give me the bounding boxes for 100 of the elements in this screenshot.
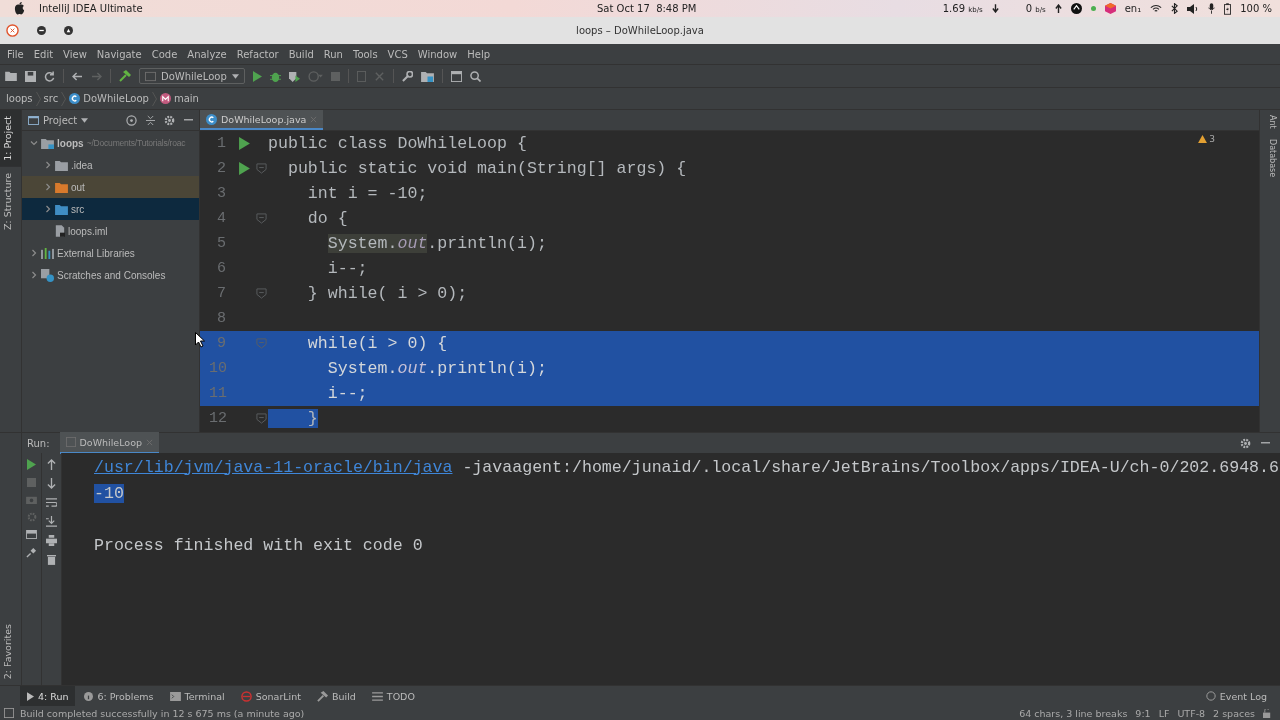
menu-item[interactable]: Code bbox=[146, 48, 183, 60]
lock-icon[interactable] bbox=[1263, 708, 1272, 718]
warning-count[interactable]: 3 bbox=[1198, 134, 1215, 144]
settings-icon[interactable] bbox=[164, 114, 175, 126]
breadcrumb[interactable]: main bbox=[159, 93, 199, 104]
chevron-right-icon[interactable] bbox=[44, 183, 52, 191]
app-name[interactable]: IntelliJ IDEA Ultimate bbox=[39, 3, 143, 14]
chevron-down-icon[interactable] bbox=[30, 139, 38, 147]
print-icon[interactable] bbox=[46, 535, 57, 546]
panel-toggle-icon[interactable] bbox=[4, 708, 14, 718]
run-icon[interactable] bbox=[238, 162, 250, 175]
menu-item[interactable]: File bbox=[2, 48, 29, 60]
menu-item[interactable]: Edit bbox=[28, 48, 59, 60]
soft-wrap-icon[interactable] bbox=[46, 497, 57, 508]
fold-marker-icon[interactable] bbox=[255, 213, 267, 224]
circle-app-icon[interactable] bbox=[1070, 3, 1082, 14]
project-structure-icon[interactable] bbox=[420, 70, 434, 82]
apple-icon[interactable] bbox=[14, 2, 25, 15]
menu-item[interactable]: VCS bbox=[382, 48, 413, 60]
chevron-right-icon[interactable] bbox=[44, 161, 52, 169]
folder-icon[interactable] bbox=[5, 71, 17, 81]
tree-item[interactable]: loops ~/Documents/Tutorials/roac bbox=[22, 132, 199, 154]
tree-item[interactable]: .idea bbox=[22, 154, 199, 176]
breadcrumb[interactable]: DoWhileLoop bbox=[69, 93, 149, 104]
wifi-icon[interactable] bbox=[1150, 4, 1163, 13]
fold-marker-icon[interactable] bbox=[255, 288, 267, 299]
battery-icon[interactable] bbox=[1224, 2, 1232, 15]
close-icon[interactable] bbox=[6, 24, 19, 37]
bluetooth-icon[interactable] bbox=[1171, 3, 1179, 14]
search-icon[interactable] bbox=[469, 70, 481, 82]
speaker-icon[interactable] bbox=[1187, 3, 1200, 14]
event-log-button[interactable]: Event Log bbox=[1198, 686, 1274, 706]
minimize-icon[interactable] bbox=[37, 26, 46, 35]
breadcrumb[interactable]: src bbox=[43, 93, 59, 104]
status-item[interactable]: UTF-8 bbox=[1177, 707, 1206, 719]
side-tab[interactable]: 1: Project bbox=[0, 110, 21, 167]
pin-icon[interactable] bbox=[26, 547, 37, 558]
scroll-to-end-icon[interactable] bbox=[46, 516, 57, 527]
menu-item[interactable]: Run bbox=[318, 48, 348, 60]
editor-tab[interactable]: DoWhileLoop.java bbox=[200, 110, 324, 130]
menu-item[interactable]: Help bbox=[462, 48, 496, 60]
trash-icon[interactable] bbox=[47, 554, 56, 565]
tool-window-tab[interactable]: 6: Problems bbox=[77, 686, 161, 706]
layout-icon[interactable] bbox=[26, 530, 37, 539]
tree-item[interactable]: loops.iml bbox=[22, 220, 199, 242]
menu-item[interactable]: Navigate bbox=[91, 48, 147, 60]
tree-item[interactable]: out bbox=[22, 176, 199, 198]
menu-item[interactable]: Tools bbox=[347, 48, 383, 60]
arrow-up-icon[interactable] bbox=[47, 459, 56, 470]
side-tab[interactable]: Z: Structure bbox=[0, 166, 21, 236]
status-item[interactable]: 9:1 bbox=[1135, 707, 1151, 719]
tree-item[interactable]: Scratches and Consoles bbox=[22, 264, 199, 286]
chevron-right-icon[interactable] bbox=[44, 205, 52, 213]
breadcrumb[interactable]: loops bbox=[6, 93, 33, 104]
menu-item[interactable]: Window bbox=[412, 48, 463, 60]
coverage-icon[interactable] bbox=[288, 70, 300, 82]
tool-window-tab[interactable]: 4: Run bbox=[20, 686, 76, 706]
back-arrow-icon[interactable] bbox=[72, 71, 83, 81]
tool-window-tab[interactable]: Terminal bbox=[162, 686, 232, 706]
fold-marker-icon[interactable] bbox=[255, 163, 267, 174]
chevron-right-icon[interactable] bbox=[30, 271, 38, 279]
rerun-icon[interactable] bbox=[27, 459, 36, 470]
run-icon[interactable] bbox=[252, 70, 262, 82]
menu-item[interactable]: Analyze bbox=[182, 48, 232, 60]
tree-item[interactable]: External Libraries bbox=[22, 242, 199, 264]
fold-marker-icon[interactable] bbox=[255, 413, 267, 424]
run-configuration-dropdown[interactable]: DoWhileLoop bbox=[139, 68, 245, 84]
wrench-icon[interactable] bbox=[401, 70, 413, 82]
save-icon[interactable] bbox=[25, 70, 36, 82]
collapse-icon[interactable] bbox=[146, 114, 155, 126]
tool-window-tab[interactable]: TODO bbox=[364, 686, 422, 706]
tool-window-tab[interactable]: Build bbox=[310, 686, 363, 706]
fold-marker-icon[interactable] bbox=[255, 338, 267, 349]
terminal-window-icon[interactable] bbox=[450, 70, 462, 82]
tool-window-tab[interactable]: SonarLint bbox=[233, 686, 308, 706]
project-view-dropdown[interactable]: Project bbox=[28, 114, 89, 126]
microphone-icon[interactable] bbox=[1208, 3, 1216, 14]
target-icon[interactable] bbox=[126, 114, 137, 126]
bug-icon[interactable] bbox=[269, 70, 281, 82]
refresh-icon[interactable] bbox=[44, 70, 55, 82]
side-tab[interactable]: Ant bbox=[1260, 110, 1280, 134]
tree-item[interactable]: src bbox=[22, 198, 199, 220]
maximize-icon[interactable] bbox=[64, 26, 73, 35]
arrow-down-icon[interactable] bbox=[47, 478, 56, 489]
status-item[interactable]: 64 chars, 3 line breaks bbox=[1019, 707, 1128, 719]
run-tab[interactable]: DoWhileLoop bbox=[59, 432, 159, 454]
clock[interactable]: Sat Oct 17 8:48 PM bbox=[597, 3, 697, 14]
menu-item[interactable]: View bbox=[58, 48, 92, 60]
cube-app-icon[interactable] bbox=[1104, 3, 1116, 14]
side-tab[interactable]: 2: Favorites bbox=[0, 615, 21, 685]
chevron-right-icon[interactable] bbox=[30, 249, 38, 257]
console-link[interactable]: /usr/lib/jvm/java-11-oracle/bin/java bbox=[94, 457, 453, 477]
status-item[interactable]: LF bbox=[1158, 707, 1170, 719]
keyboard-layout[interactable]: en₁ bbox=[1124, 3, 1142, 14]
hammer-icon[interactable] bbox=[119, 70, 131, 82]
run-icon[interactable] bbox=[238, 137, 250, 150]
settings-icon[interactable] bbox=[1240, 437, 1251, 449]
status-item[interactable]: 2 spaces bbox=[1213, 707, 1255, 719]
side-tab[interactable]: Database bbox=[1260, 133, 1280, 182]
menu-item[interactable]: Build bbox=[283, 48, 319, 60]
